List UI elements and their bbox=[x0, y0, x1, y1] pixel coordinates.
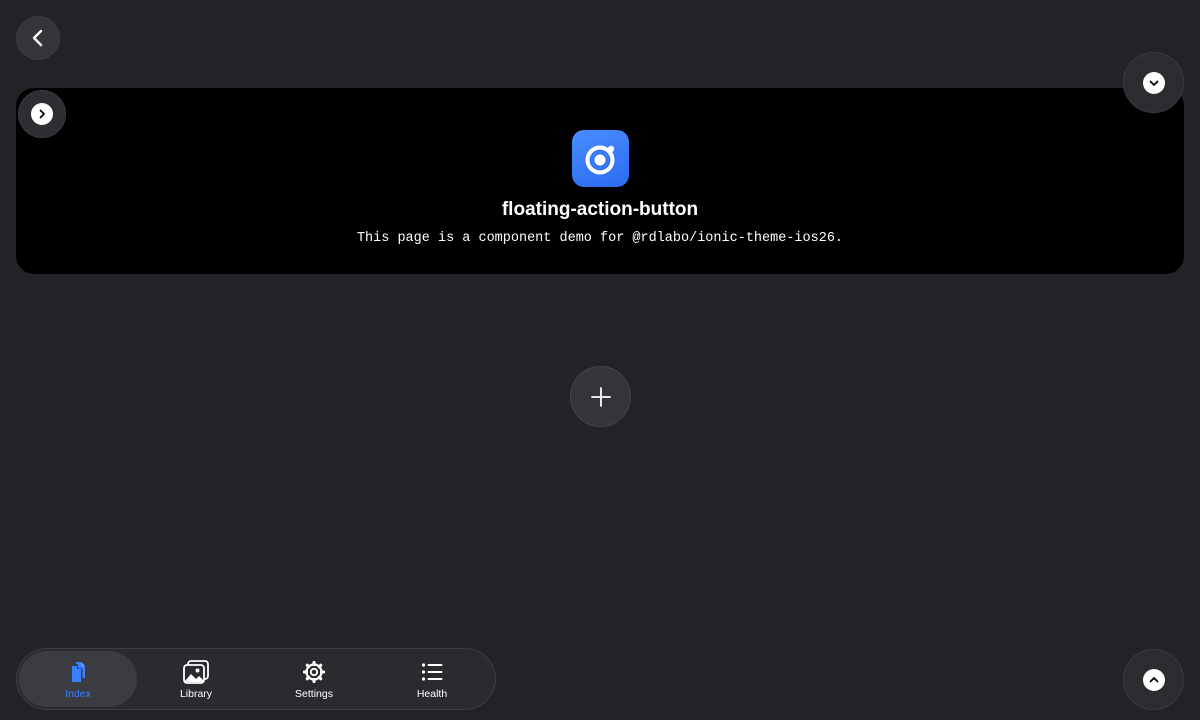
images-icon bbox=[182, 659, 210, 685]
chevron-back-icon bbox=[32, 29, 43, 47]
header-card: floating-action-button This page is a co… bbox=[16, 88, 1184, 274]
page: floating-action-button This page is a co… bbox=[0, 0, 1200, 720]
fab-center-add-button[interactable] bbox=[570, 366, 631, 427]
tab-label: Settings bbox=[295, 687, 333, 700]
list-icon bbox=[418, 659, 446, 685]
documents-icon bbox=[64, 659, 92, 685]
tab-library[interactable]: Library bbox=[137, 651, 255, 707]
page-title: floating-action-button bbox=[501, 199, 699, 220]
chevron-forward-circle-icon bbox=[31, 103, 53, 125]
tab-label: Index bbox=[65, 687, 91, 700]
fab-bottom-end-button[interactable] bbox=[1123, 649, 1184, 710]
add-icon bbox=[590, 386, 611, 407]
tab-settings[interactable]: Settings bbox=[255, 651, 373, 707]
page-description: This page is a component demo for @rdlab… bbox=[356, 231, 844, 246]
tab-label: Health bbox=[416, 687, 448, 700]
tab-label: Library bbox=[179, 687, 213, 700]
chevron-up-circle-icon bbox=[1142, 668, 1165, 691]
chevron-down-circle-icon bbox=[1142, 71, 1165, 94]
tab-index[interactable]: Index bbox=[19, 651, 137, 707]
tab-bar: Index Library Settings Health bbox=[16, 648, 496, 710]
fab-top-end-button[interactable] bbox=[1123, 52, 1184, 113]
tab-health[interactable]: Health bbox=[373, 651, 491, 707]
fab-start-button[interactable] bbox=[18, 90, 66, 138]
ionic-logo-icon bbox=[572, 130, 629, 187]
cog-icon bbox=[300, 659, 328, 685]
back-button[interactable] bbox=[16, 16, 60, 60]
